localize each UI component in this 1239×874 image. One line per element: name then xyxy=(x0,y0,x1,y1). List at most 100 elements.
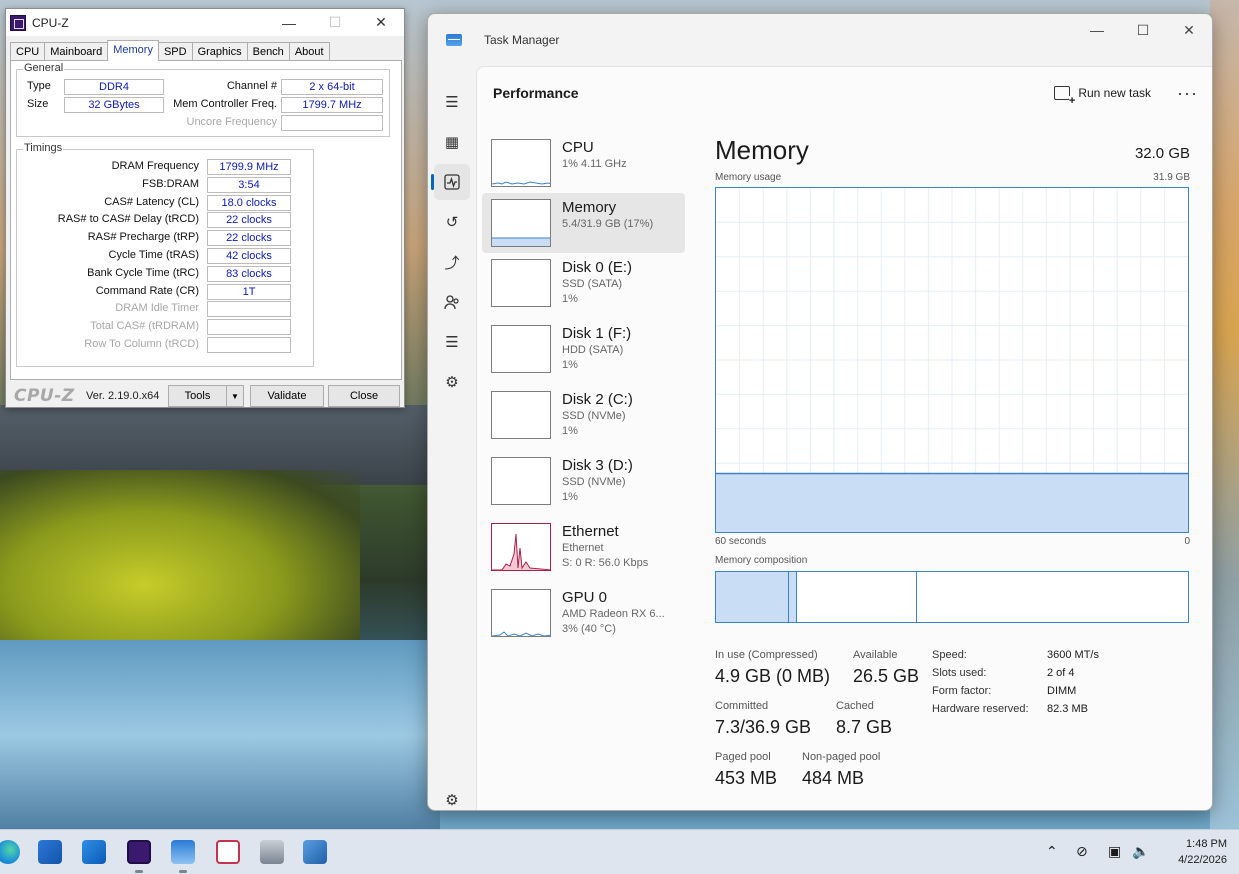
tab-bench[interactable]: Bench xyxy=(246,42,290,61)
cpuz-icon[interactable] xyxy=(127,840,151,864)
timing-label: Total CAS# (tRDRAM) xyxy=(90,320,199,333)
speed-value: 3600 MT/s xyxy=(1047,649,1099,661)
device-name: Disk 2 (C:) xyxy=(562,391,633,408)
memory-composition-bar xyxy=(715,571,1189,623)
tab-spd[interactable]: SPD xyxy=(157,42,193,61)
device-thumbnail-graph xyxy=(491,325,551,373)
tab-about[interactable]: About xyxy=(288,42,330,61)
available-label: Available xyxy=(853,649,898,661)
more-options-icon[interactable]: ··· xyxy=(1177,83,1198,104)
tab-memory[interactable]: Memory xyxy=(107,40,159,61)
device-subtitle: HDD (SATA) xyxy=(562,344,624,356)
device-list-item[interactable]: GPU 0 AMD Radeon RX 6... 3% (40 °C) xyxy=(482,583,685,643)
device-name: Memory xyxy=(562,199,617,216)
timing-value: 1799.9 MHz xyxy=(207,159,291,175)
run-task-icon xyxy=(1054,86,1076,106)
timing-label: Cycle Time (tRAS) xyxy=(108,249,199,261)
display-icon[interactable]: ▣ xyxy=(1108,843,1121,860)
task-manager-titlebar[interactable]: Task Manager — ☐ ✕ xyxy=(428,14,1212,66)
task-manager-window: Task Manager — ☐ ✕ ☰ ▦ ↺ ⤴ ☰ ⚙ ⚙ Perform… xyxy=(427,13,1213,811)
memory-usage-graph xyxy=(715,187,1189,533)
device-thumbnail-graph xyxy=(491,259,551,307)
channel-value: 2 x 64-bit xyxy=(281,79,383,95)
device-list-item[interactable]: Disk 2 (C:) SSD (NVMe) 1% xyxy=(482,385,685,445)
minimize-button[interactable]: — xyxy=(1074,14,1120,46)
maximize-button[interactable]: ☐ xyxy=(1120,14,1166,46)
details-icon[interactable]: ☰ xyxy=(434,324,470,360)
taskmanager-icon[interactable] xyxy=(171,840,195,864)
available-value: 26.5 GB xyxy=(853,666,920,686)
clock-date: 4/22/2026 xyxy=(1178,854,1227,866)
users-icon[interactable] xyxy=(434,284,470,320)
outlook-icon[interactable] xyxy=(82,840,106,864)
detail-total-memory: 32.0 GB xyxy=(1134,145,1190,162)
settings-icon[interactable]: ⚙ xyxy=(434,782,470,810)
device-thumbnail-graph xyxy=(491,457,551,505)
store-icon[interactable] xyxy=(38,840,62,864)
performance-header: Performance Run new task ··· xyxy=(477,67,1212,119)
task-manager-nav: ☰ ▦ ↺ ⤴ ☰ ⚙ ⚙ xyxy=(428,66,476,810)
device-list-item[interactable]: Disk 3 (D:) SSD (NVMe) 1% xyxy=(482,451,685,511)
uncore-frequency-label: Uncore Frequency xyxy=(186,116,278,128)
device-list-item[interactable]: Ethernet Ethernet S: 0 R: 56.0 Kbps xyxy=(482,517,685,577)
memory-usage-max: 31.9 GB xyxy=(1153,172,1190,183)
timing-value: 18.0 clocks xyxy=(207,194,291,211)
performance-icon[interactable] xyxy=(431,164,470,200)
composition-free xyxy=(917,572,1188,622)
tab-graphics[interactable]: Graphics xyxy=(191,42,248,61)
close-icon[interactable]: ✕ xyxy=(358,9,404,36)
channel-label: Channel # xyxy=(226,80,277,92)
tools-button[interactable]: Tools xyxy=(168,385,227,407)
cpuz-titlebar[interactable]: CPU-Z — ☐ ✕ xyxy=(6,9,404,36)
minimize-button[interactable]: — xyxy=(266,9,312,36)
taskbar: ⌃ ⊘ ▣ 🔈 1:48 PM 4/22/2026 xyxy=(0,829,1239,874)
system-clock[interactable]: 1:48 PM 4/22/2026 xyxy=(1178,836,1227,868)
startup-apps-icon[interactable]: ⤴ xyxy=(434,244,470,280)
device-list-item[interactable]: Disk 0 (E:) SSD (SATA) 1% xyxy=(482,253,685,313)
edge-icon[interactable] xyxy=(0,840,20,864)
services-icon[interactable]: ⚙ xyxy=(434,364,470,400)
timing-value: 22 clocks xyxy=(207,230,291,247)
device-subtitle: Ethernet xyxy=(562,542,604,554)
validate-button[interactable]: Validate xyxy=(250,385,324,407)
paged-pool-value: 453 MB xyxy=(715,768,778,788)
hamburger-menu-icon[interactable]: ☰ xyxy=(434,84,470,120)
close-button[interactable]: Close xyxy=(328,385,400,407)
remote-desktop-icon[interactable] xyxy=(303,840,327,864)
run-new-task-button[interactable]: Run new task xyxy=(1054,86,1151,106)
timing-label: DRAM Idle Timer xyxy=(115,302,199,315)
hardware-reserved-value: 82.3 MB xyxy=(1047,703,1088,715)
device-list-item[interactable]: Memory 5.4/31.9 GB (17%) xyxy=(482,193,685,253)
slots-used-value: 2 of 4 xyxy=(1047,667,1075,679)
timing-value xyxy=(207,319,291,336)
form-factor-value: DIMM xyxy=(1047,685,1077,697)
timing-value: 3:54 xyxy=(207,176,291,193)
memory-usage-chart xyxy=(716,188,1188,532)
device-subtitle: 1% 4.11 GHz xyxy=(562,158,627,170)
slots-used-label: Slots used: xyxy=(932,667,987,679)
chevron-up-icon[interactable]: ⌃ xyxy=(1046,843,1058,860)
taskmanager-running-indicator xyxy=(179,870,187,873)
device-list-item[interactable]: Disk 1 (F:) HDD (SATA) 1% xyxy=(482,319,685,379)
committed-value: 7.3/36.9 GB xyxy=(715,717,812,737)
tools-dropdown-icon[interactable]: ▼ xyxy=(227,385,244,407)
app-history-icon[interactable]: ↺ xyxy=(434,204,470,240)
network-disconnected-icon[interactable]: ⊘ xyxy=(1076,843,1088,860)
size-value: 32 GBytes xyxy=(64,97,164,113)
close-icon[interactable]: ✕ xyxy=(1166,14,1212,46)
snipping-tool-icon[interactable] xyxy=(216,840,240,864)
timing-label: RAS# Precharge (tRP) xyxy=(87,231,199,244)
device-usage: 1% xyxy=(562,491,578,503)
timing-label: Row To Column (tRCD) xyxy=(84,338,199,350)
processes-icon[interactable]: ▦ xyxy=(434,124,470,160)
tab-mainboard[interactable]: Mainboard xyxy=(44,42,109,61)
wallpaper-sunset-strip xyxy=(1210,0,1239,829)
volume-icon[interactable]: 🔈 xyxy=(1132,843,1149,860)
timing-value xyxy=(207,337,291,353)
type-value: DDR4 xyxy=(64,79,164,95)
memory-usage-label: Memory usage xyxy=(715,172,782,183)
tab-cpu[interactable]: CPU xyxy=(10,42,46,61)
device-manager-icon[interactable] xyxy=(260,840,284,864)
device-list-item[interactable]: CPU 1% 4.11 GHz xyxy=(482,133,685,193)
timing-label: FSB:DRAM xyxy=(142,177,199,190)
